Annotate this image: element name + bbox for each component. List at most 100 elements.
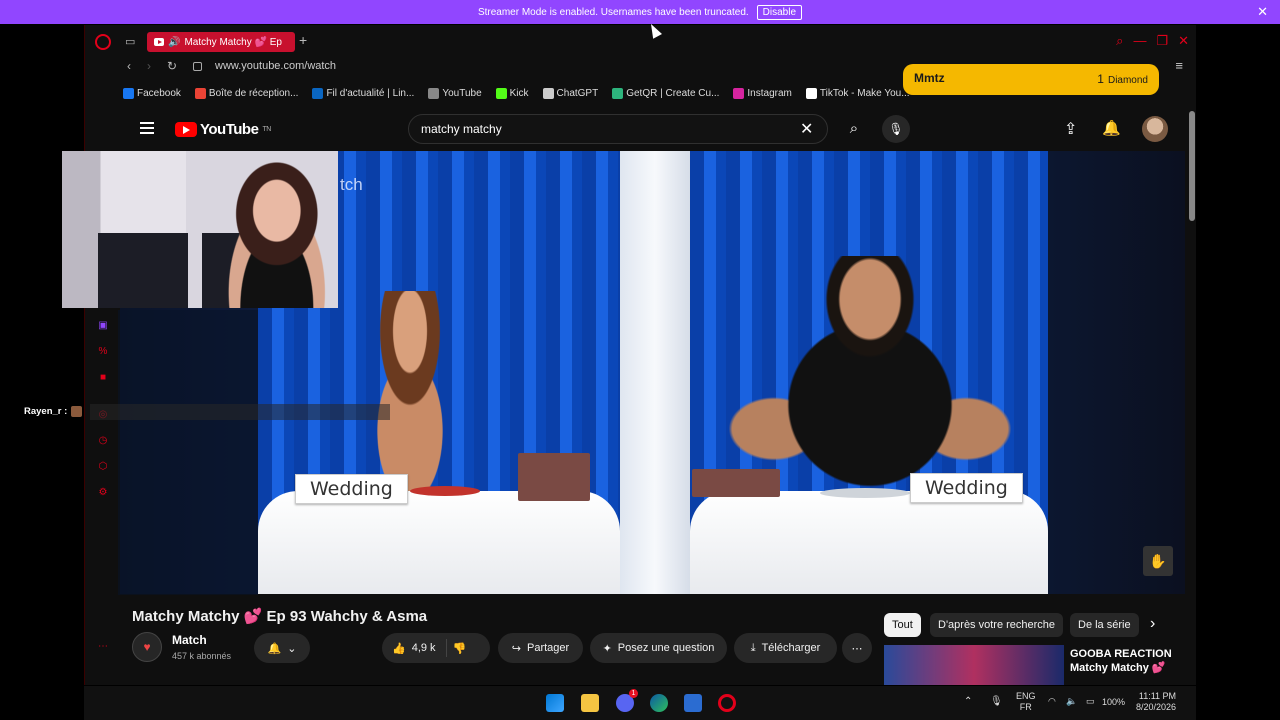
subscribe-bell-button[interactable]: 🔔 ⌄: [254, 633, 310, 663]
wedding-sign-right: Wedding: [910, 473, 1023, 503]
ask-question-button[interactable]: ✦ Posez une question: [590, 633, 727, 663]
bookmark-item[interactable]: ChatGPT: [542, 85, 598, 101]
more-icon[interactable]: ⋯: [97, 641, 109, 653]
new-tab-icon[interactable]: +: [299, 32, 307, 48]
share-button[interactable]: ↪ Partager: [498, 633, 583, 663]
dislike-icon[interactable]: 👎: [453, 642, 467, 655]
url-field[interactable]: www.youtube.com/watch: [215, 60, 336, 72]
menu-icon[interactable]: [140, 122, 154, 134]
search-tabs-icon[interactable]: ⌕: [1116, 33, 1123, 49]
chat-emote-icon: [71, 406, 83, 417]
bell-icon: 🔔: [267, 642, 282, 655]
recommended-title[interactable]: GOOBA REACTION Matchy Matchy 💕: [1070, 647, 1172, 675]
webcam-overlay: [62, 151, 338, 308]
chevron-right-icon[interactable]: ›: [1150, 615, 1155, 633]
easy-setup-icon[interactable]: ≡: [1175, 58, 1183, 73]
bookmark-item[interactable]: TikTok - Make You...: [805, 85, 910, 101]
chip-all[interactable]: Tout: [884, 613, 921, 637]
channel-name[interactable]: Match: [172, 633, 207, 647]
recommended-thumbnail[interactable]: [884, 645, 1064, 685]
recommended-title-line-2: Matchy Matchy 💕: [1070, 662, 1166, 674]
facebook-icon: [123, 87, 134, 99]
sparkle-icon: ✦: [602, 642, 612, 655]
avatar[interactable]: [1142, 116, 1168, 142]
country-code: TN: [262, 126, 271, 133]
donation-alert: Mmtz 1 Diamond: [903, 64, 1159, 95]
recommended-title-line-1: GOOBA REACTION: [1070, 648, 1172, 660]
bookmark-item[interactable]: Kick: [495, 85, 529, 101]
history-icon[interactable]: ◷: [97, 435, 109, 447]
alert-username: Mmtz: [914, 71, 945, 85]
clock[interactable]: 11:11 PM 8/20/2026: [1136, 691, 1176, 713]
like-count[interactable]: 4,9 k: [412, 642, 436, 654]
scrollbar[interactable]: [1189, 111, 1195, 221]
upload-icon[interactable]: ⇪: [1064, 119, 1077, 139]
bookmark-label: TikTok - Make You...: [819, 87, 910, 99]
wifi-icon[interactable]: ◠: [1048, 696, 1056, 707]
settings-icon[interactable]: ⚙: [97, 487, 109, 499]
video-title: Matchy Matchy 💕 Ep 93 Wahchy & Asma: [132, 608, 428, 625]
bookmark-item[interactable]: Instagram: [733, 85, 792, 101]
chip-series[interactable]: De la série: [1070, 613, 1139, 637]
search-icon[interactable]: ⌕: [834, 114, 874, 144]
notifications-bell-icon[interactable]: 🔔: [1102, 119, 1121, 137]
taskbar: ⌃ 🎙 ENG FR ◠ 🔈 ▭ 100% 11:11 PM 8/20/2026: [84, 686, 1196, 720]
chip-search-based[interactable]: D'après votre recherche: [930, 613, 1064, 637]
opera-gx-icon[interactable]: [718, 694, 736, 712]
plate: [820, 488, 910, 498]
language-indicator[interactable]: ENG FR: [1016, 691, 1036, 713]
tab-manager-icon[interactable]: ▭: [125, 35, 135, 48]
reload-icon[interactable]: ↻: [167, 59, 177, 73]
windows-start-icon[interactable]: [546, 694, 564, 712]
minimize-icon[interactable]: —: [1133, 33, 1146, 49]
volume-icon[interactable]: 🔈: [1066, 696, 1077, 707]
instagram-icon: [733, 87, 745, 99]
forward-icon[interactable]: ›: [147, 59, 151, 73]
microphone-tray-icon[interactable]: 🎙: [990, 696, 1003, 707]
youtube-header: YouTube TN matchy matchy ✕ ⌕ 🎙 ⇪ 🔔: [120, 111, 1185, 151]
edge-icon[interactable]: [650, 694, 668, 712]
bookmark-item[interactable]: Facebook: [123, 85, 181, 101]
download-icon: ⤓: [750, 641, 756, 654]
bookmark-item[interactable]: GetQR | Create Cu...: [612, 85, 719, 101]
like-icon[interactable]: 👍: [392, 642, 406, 655]
channel-avatar[interactable]: ♥: [132, 632, 162, 662]
opera-logo-icon[interactable]: [95, 34, 111, 50]
bookmark-label: Fil d'actualité | Lin...: [326, 87, 415, 99]
twitch-icon[interactable]: ▣: [97, 320, 109, 332]
microphone-icon[interactable]: 🎙: [882, 115, 910, 143]
chat-message: Rayen_r :: [24, 406, 83, 417]
extensions-icon[interactable]: ⬡: [97, 461, 109, 473]
share-label: Partager: [527, 642, 570, 654]
lang-primary: ENG: [1016, 691, 1036, 701]
percent-icon[interactable]: %: [97, 346, 109, 358]
more-actions-button[interactable]: ⋯: [842, 633, 872, 663]
back-icon[interactable]: ‹: [127, 59, 131, 73]
disable-button[interactable]: Disable: [756, 4, 803, 20]
bookmark-item[interactable]: YouTube: [428, 85, 482, 101]
subscriber-count: 457 k abonnés: [172, 651, 232, 661]
youtube-logo[interactable]: YouTube TN: [175, 121, 271, 138]
search-input[interactable]: matchy matchy: [408, 114, 828, 144]
channel-watermark-icon[interactable]: ✋: [1143, 546, 1173, 576]
file-explorer-icon[interactable]: [581, 694, 599, 712]
chevron-down-icon: ⌄: [287, 642, 297, 655]
battery-icon[interactable]: ▭: [1086, 696, 1095, 707]
bookmark-label: Facebook: [137, 87, 181, 99]
youtube-favicon-icon: [154, 38, 164, 46]
getqr-icon: [612, 87, 624, 99]
bookmark-label: Kick: [509, 87, 529, 99]
store-icon[interactable]: [684, 694, 702, 712]
bookmark-item[interactable]: Boîte de réception...: [194, 85, 298, 101]
close-window-icon[interactable]: ✕: [1178, 33, 1189, 49]
tab-youtube[interactable]: 🔊 Matchy Matchy 💕 Ep: [147, 32, 295, 52]
vk-icon[interactable]: ■: [97, 372, 109, 384]
chevron-up-icon[interactable]: ⌃: [964, 696, 972, 707]
restore-icon[interactable]: ❐: [1156, 33, 1168, 49]
youtube-logo-text: YouTube: [200, 121, 259, 138]
bookmark-item[interactable]: Fil d'actualité | Lin...: [312, 85, 414, 101]
clear-search-icon[interactable]: ✕: [800, 119, 813, 139]
cabinet: [98, 233, 188, 308]
close-icon[interactable]: ✕: [1257, 4, 1268, 20]
download-button[interactable]: ⤓ Télécharger: [734, 633, 837, 663]
